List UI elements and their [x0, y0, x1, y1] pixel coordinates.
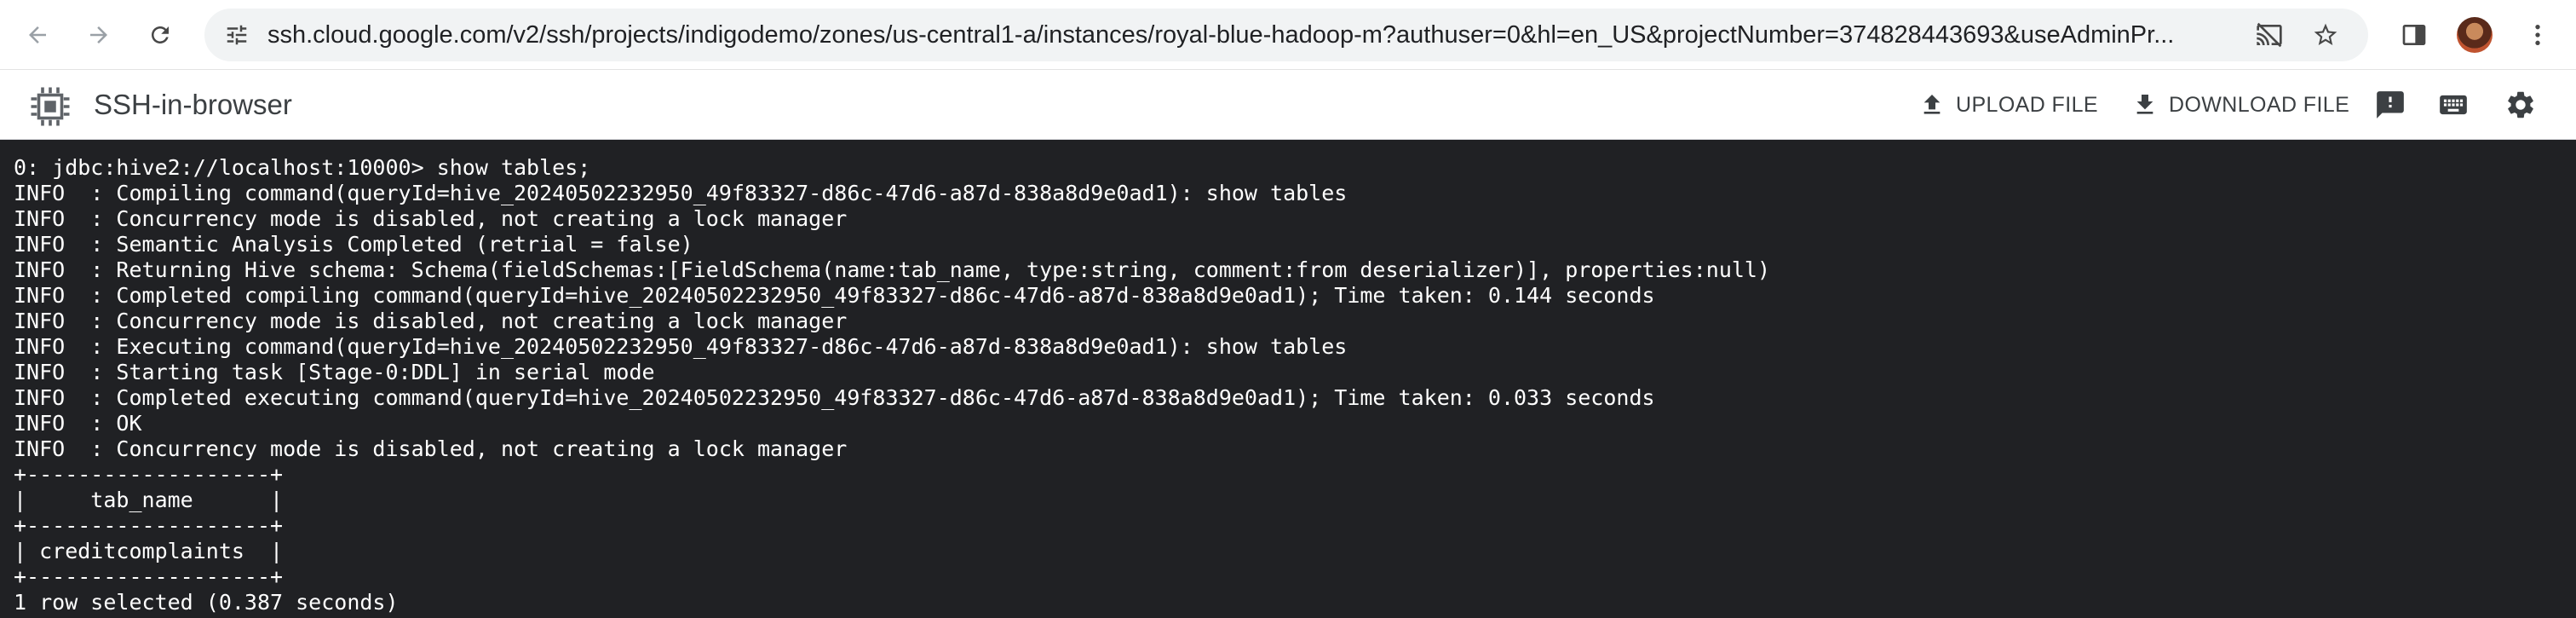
arrow-back-icon — [29, 26, 46, 43]
download-file-button[interactable]: DOWNLOAD FILE — [2131, 84, 2349, 126]
terminal-line: INFO : Completed executing command(query… — [14, 385, 1655, 410]
more-vert-icon — [2535, 25, 2540, 45]
terminal-line: +-------------------+ — [14, 564, 284, 589]
feedback-button[interactable] — [2370, 84, 2411, 125]
terminal-line: INFO : Returning Hive schema: Schema(fie… — [14, 257, 1771, 282]
upload-file-button[interactable]: UPLOAD FILE — [1918, 84, 2098, 126]
terminal[interactable]: 0: jdbc:hive2://localhost:10000> show ta… — [0, 140, 2576, 618]
star-icon — [2314, 23, 2337, 45]
terminal-line: INFO : Concurrency mode is disabled, not… — [14, 436, 848, 461]
terminal-line: INFO : Concurrency mode is disabled, not… — [14, 206, 848, 231]
side-panel-button[interactable] — [2394, 14, 2435, 55]
bookmark-button[interactable] — [2309, 18, 2343, 52]
terminal-line: INFO : Concurrency mode is disabled, not… — [14, 309, 848, 333]
terminal-line: 0: jdbc:hive2://localhost:10000> show ta… — [14, 155, 591, 180]
cast-off-icon — [2257, 22, 2282, 48]
terminal-line: INFO : OK — [14, 411, 142, 436]
feedback-icon — [2377, 91, 2404, 118]
keyboard-button[interactable] — [2433, 84, 2474, 125]
app-header: SSH-in-browser UPLOAD FILE DOWNLOAD FILE — [0, 70, 2576, 140]
avatar[interactable] — [2457, 17, 2493, 53]
terminal-line: | creditcomplaints | — [14, 539, 284, 563]
download-file-label: DOWNLOAD FILE — [2169, 92, 2350, 117]
reload-icon — [152, 26, 169, 43]
terminal-line: | tab_name | — [14, 488, 284, 512]
terminal-line: INFO : Completed compiling command(query… — [14, 283, 1655, 308]
reload-button[interactable] — [140, 14, 181, 55]
upload-icon — [1923, 95, 1941, 114]
terminal-line: INFO : Starting task [Stage-0:DDL] in se… — [14, 360, 655, 384]
chip-icon — [31, 87, 70, 126]
terminal-line: +-------------------+ — [14, 513, 284, 538]
gear-icon — [2508, 91, 2533, 118]
terminal-line: INFO : Compiling command(queryId=hive_20… — [14, 181, 1348, 205]
upload-file-label: UPLOAD FILE — [1956, 92, 2098, 117]
settings-button[interactable] — [2500, 84, 2541, 125]
keyboard-icon — [2440, 95, 2467, 115]
tune-icon — [227, 25, 247, 45]
browser-menu-button[interactable] — [2517, 14, 2558, 55]
back-button[interactable] — [17, 14, 58, 55]
cast-button[interactable] — [2252, 18, 2286, 52]
terminal-line: 1 row selected (0.387 seconds) — [14, 590, 399, 615]
terminal-line: INFO : Semantic Analysis Completed (retr… — [14, 232, 693, 257]
download-icon — [2136, 95, 2153, 114]
terminal-line: INFO : Executing command(queryId=hive_20… — [14, 334, 1348, 359]
arrow-forward-icon — [90, 26, 107, 43]
terminal-line: +-------------------+ — [14, 462, 284, 487]
side-panel-icon — [2402, 25, 2426, 45]
browser-toolbar: ssh.cloud.google.com/v2/ssh/projects/ind… — [0, 0, 2576, 70]
address-bar[interactable]: ssh.cloud.google.com/v2/ssh/projects/ind… — [204, 9, 2368, 61]
app-title: SSH-in-browser — [94, 89, 292, 120]
forward-button[interactable] — [78, 14, 119, 55]
url-text: ssh.cloud.google.com/v2/ssh/projects/ind… — [267, 21, 2175, 49]
site-info-button[interactable] — [220, 18, 254, 52]
